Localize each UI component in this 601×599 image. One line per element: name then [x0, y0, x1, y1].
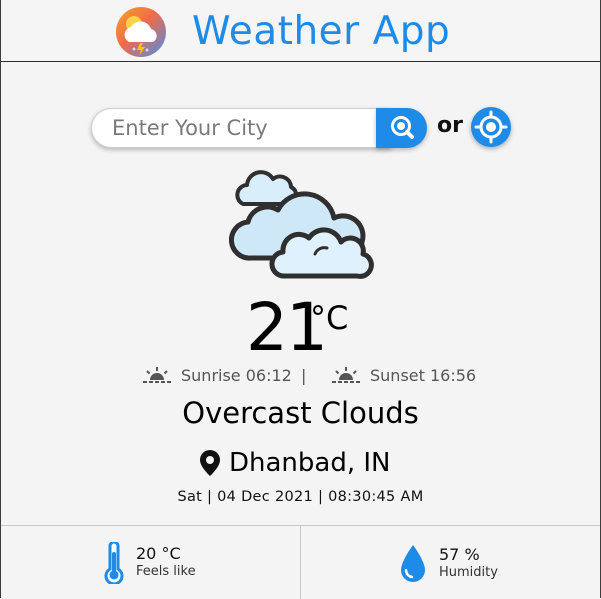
date-time: Sat | 04 Dec 2021 | 08:30:45 AM: [177, 489, 424, 505]
weather-condition: Overcast Clouds: [182, 396, 419, 430]
search-bar: [91, 108, 427, 148]
cloudy-icon: [229, 170, 374, 279]
feels-like-label: Feels like: [136, 564, 196, 579]
humidity-value: 57 %: [439, 545, 480, 564]
app-header: Weather App: [1, 0, 600, 62]
location-name: Dhanbad, IN: [229, 448, 391, 478]
sun-divider: |: [301, 366, 307, 385]
temperature-display: 21 °C: [246, 288, 348, 368]
stats-divider: [300, 526, 301, 599]
sunset-time: Sunset 16:56: [370, 366, 477, 385]
weather-logo-icon: [116, 7, 166, 57]
locate-icon: [474, 110, 508, 144]
weather-app: Weather App or 21: [0, 0, 601, 599]
temperature-unit: °C: [310, 299, 349, 337]
search-icon: [391, 116, 414, 139]
humidity-label: Humidity: [439, 565, 498, 580]
sunrise-icon: [143, 367, 171, 383]
search-button[interactable]: [376, 108, 427, 148]
sunset-icon: [332, 367, 360, 383]
feels-like-value: 20 °C: [136, 544, 181, 563]
thermometer-icon: [104, 542, 124, 584]
map-pin-icon: [200, 450, 220, 476]
humidity-drop-icon: [401, 545, 425, 582]
sunrise-time: Sunrise 06:12: [181, 366, 292, 385]
current-location-button[interactable]: [471, 107, 511, 147]
city-search-input[interactable]: [91, 108, 391, 148]
or-label: or: [437, 113, 463, 138]
weather-stats: 20 °C Feels like 57 % Humidity: [1, 525, 600, 599]
page-title: Weather App: [192, 9, 451, 54]
sun-times: Sunrise 06:12 | Sunset 16:56: [141, 363, 481, 387]
